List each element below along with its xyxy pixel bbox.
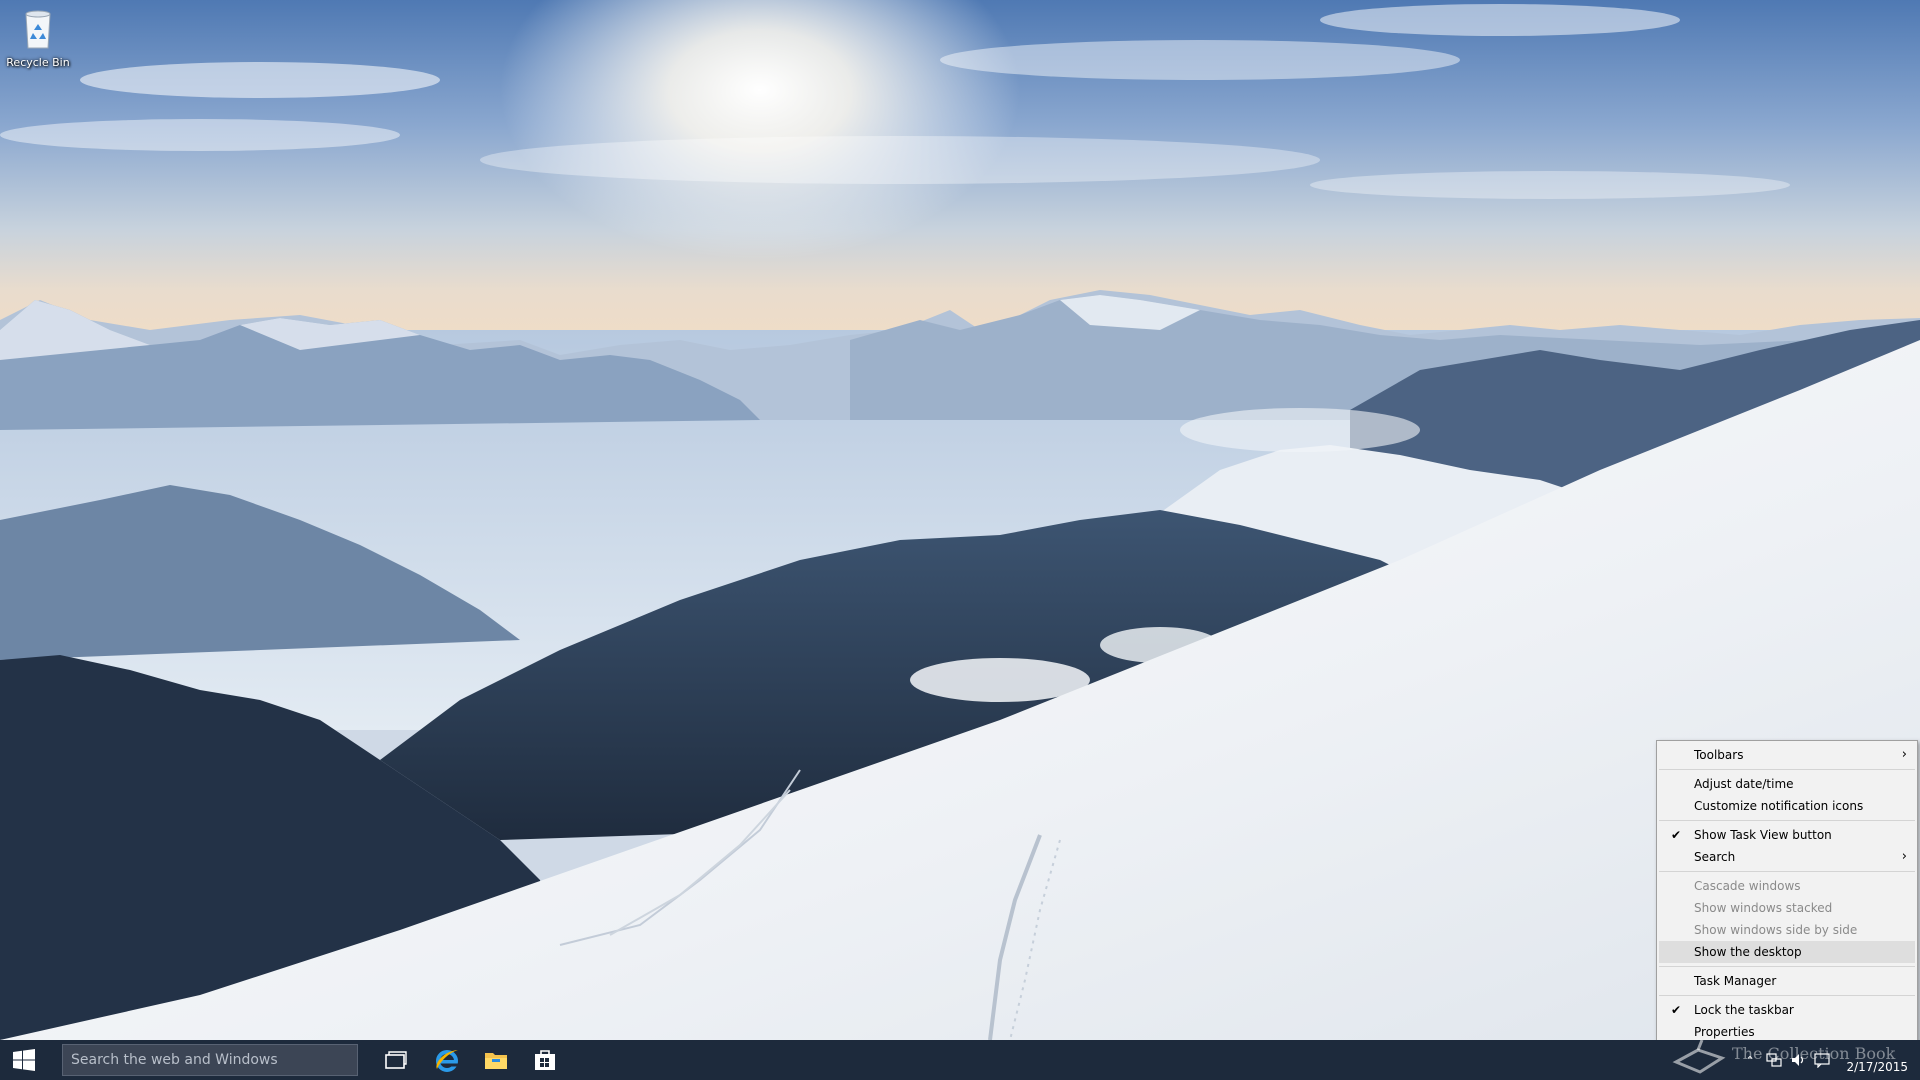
wallpaper — [0, 0, 1920, 1040]
store-icon — [535, 1050, 555, 1070]
internet-explorer-button[interactable] — [423, 1040, 471, 1080]
recycle-bin-icon — [25, 10, 51, 49]
chevron-right-icon: › — [1901, 849, 1907, 864]
menu-item-cascade-windows: Cascade windows — [1659, 875, 1915, 897]
menu-item-label: Customize notification icons — [1694, 799, 1864, 813]
notification-area: ⌃ 2/17/2015 — [1700, 1040, 1920, 1080]
menu-item-show-windows-side-by-side: Show windows side by side — [1659, 919, 1915, 941]
menu-item-properties[interactable]: Properties — [1659, 1021, 1915, 1040]
start-button[interactable] — [0, 1040, 48, 1080]
desktop-icon-recycle-bin[interactable]: Recycle Bin — [4, 8, 72, 69]
speaker-icon — [1792, 1054, 1804, 1066]
windows-logo-icon — [13, 1049, 35, 1071]
taskbar-clock[interactable]: 2/17/2015 — [1838, 1042, 1908, 1076]
menu-item-toolbars[interactable]: Toolbars › — [1659, 744, 1915, 766]
menu-item-label: Lock the taskbar — [1694, 1003, 1794, 1017]
desktop[interactable]: Recycle Bin Toolbars › Adjust date/time … — [0, 0, 1920, 1040]
menu-separator — [1659, 966, 1915, 967]
chevron-right-icon: › — [1901, 747, 1907, 762]
desktop-icon-label: Recycle Bin — [6, 56, 70, 69]
file-explorer-button[interactable] — [472, 1040, 520, 1080]
network-button[interactable] — [1764, 1050, 1784, 1070]
menu-item-show-task-view-button[interactable]: ✔ Show Task View button — [1659, 824, 1915, 846]
message-icon — [1814, 1053, 1830, 1068]
menu-item-label: Adjust date/time — [1694, 777, 1794, 791]
menu-item-label: Cascade windows — [1694, 879, 1801, 893]
checkmark-icon: ✔ — [1671, 828, 1682, 842]
menu-separator — [1659, 995, 1915, 996]
store-button[interactable] — [521, 1040, 569, 1080]
clock-time — [1838, 1042, 1908, 1059]
task-view-button[interactable] — [372, 1040, 420, 1080]
menu-separator — [1659, 769, 1915, 770]
menu-item-label: Show the desktop — [1694, 945, 1802, 959]
taskbar[interactable]: Search the web and Windows ⌃ 2/17/2015 — [0, 1040, 1920, 1080]
volume-button[interactable] — [1788, 1050, 1808, 1070]
menu-item-search[interactable]: Search › — [1659, 846, 1915, 868]
menu-item-label: Show windows stacked — [1694, 901, 1833, 915]
menu-item-customize-notification-icons[interactable]: Customize notification icons — [1659, 795, 1915, 817]
internet-explorer-icon — [436, 1050, 458, 1072]
checkmark-icon: ✔ — [1671, 1003, 1682, 1017]
menu-separator — [1659, 871, 1915, 872]
chevron-up-icon: ⌃ — [1745, 1053, 1755, 1067]
menu-item-show-the-desktop[interactable]: Show the desktop — [1659, 941, 1915, 963]
menu-item-label: Toolbars — [1694, 748, 1744, 762]
action-center-button[interactable] — [1812, 1050, 1832, 1070]
menu-item-lock-the-taskbar[interactable]: ✔ Lock the taskbar — [1659, 999, 1915, 1021]
task-view-icon — [385, 1051, 407, 1069]
menu-item-label: Search — [1694, 850, 1736, 864]
search-input[interactable]: Search the web and Windows — [62, 1044, 358, 1076]
taskbar-context-menu: Toolbars › Adjust date/time Customize no… — [1656, 740, 1918, 1040]
menu-item-adjust-date-time[interactable]: Adjust date/time — [1659, 773, 1915, 795]
network-icon — [1766, 1053, 1782, 1067]
file-explorer-icon — [485, 1053, 507, 1069]
show-hidden-icons-button[interactable]: ⌃ — [1740, 1050, 1760, 1070]
menu-item-task-manager[interactable]: Task Manager — [1659, 970, 1915, 992]
menu-item-label: Show Task View button — [1694, 828, 1832, 842]
menu-item-show-windows-stacked: Show windows stacked — [1659, 897, 1915, 919]
menu-item-label: Show windows side by side — [1694, 923, 1858, 937]
menu-separator — [1659, 820, 1915, 821]
menu-item-label: Properties — [1694, 1025, 1755, 1039]
menu-item-label: Task Manager — [1694, 974, 1777, 988]
clock-date: 2/17/2015 — [1846, 1060, 1908, 1074]
